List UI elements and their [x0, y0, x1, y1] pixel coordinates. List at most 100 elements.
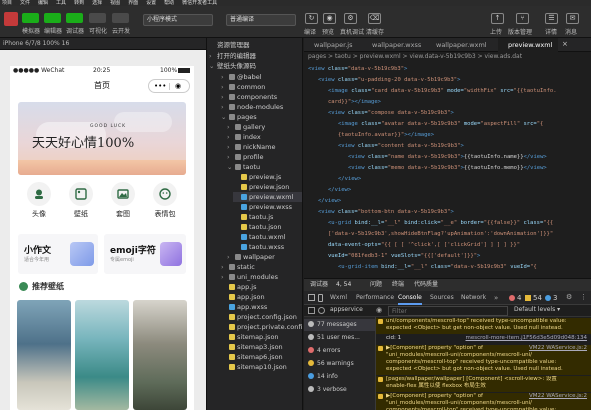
console-filter-item[interactable]: 56 warnings: [308, 358, 354, 370]
folder-item[interactable]: › components: [221, 92, 277, 102]
folder-item[interactable]: › common: [221, 82, 265, 92]
folder-item[interactable]: › node-modules: [221, 102, 283, 112]
file-item[interactable]: taotu.js: [233, 212, 273, 222]
open-editors-section[interactable]: › 打开的编辑器: [209, 51, 256, 61]
code-line[interactable]: </view>: [318, 196, 341, 206]
output-tab[interactable]: 终端: [392, 279, 404, 291]
file-item[interactable]: taotu.wxss: [233, 242, 284, 252]
category-wallpaper[interactable]: 壁纸: [63, 182, 99, 219]
code-line[interactable]: <u-grid bind:__l="__l" bind:click="__e" …: [328, 218, 553, 228]
devtools-tab-network[interactable]: Network: [461, 291, 486, 305]
code-line[interactable]: <view class="content data-v-5b19c9b3">: [338, 141, 464, 151]
folder-item[interactable]: › @babel: [221, 72, 262, 82]
console-message[interactable]: uni/components/mescroll-top" received ty…: [376, 318, 591, 334]
folder-item[interactable]: › gallery: [227, 122, 265, 132]
simulator-toggle-button[interactable]: [22, 13, 39, 23]
code-line[interactable]: <view class="data-v-5b19c9b3">: [308, 64, 407, 74]
wallpaper-thumb[interactable]: [75, 300, 129, 410]
code-line[interactable]: <image class="card data-v-5b19c9b3" mode…: [328, 86, 557, 96]
preview-icon[interactable]: ◉: [323, 13, 336, 24]
devtools-tab-sources[interactable]: Sources: [430, 291, 454, 305]
code-line[interactable]: data-event-opts="{{ [ [ '^click',[ ['cli…: [328, 240, 520, 250]
close-circle-icon[interactable]: ◉: [175, 80, 181, 92]
category-album[interactable]: 套图: [105, 182, 141, 219]
inspect-icon[interactable]: [308, 294, 315, 301]
card-emoji[interactable]: emoji字符 专属emoji: [104, 234, 186, 274]
visual-toggle-button[interactable]: [89, 13, 106, 23]
more-options-icon[interactable]: ⋮: [580, 293, 587, 301]
console-filter-item[interactable]: 14 info: [308, 371, 338, 383]
wallpaper-thumb[interactable]: [17, 300, 71, 410]
remote-debug-icon[interactable]: ⚙: [344, 13, 357, 24]
devtools-tab-console[interactable]: Console: [398, 291, 422, 305]
folder-item[interactable]: › wallpaper: [227, 252, 275, 262]
message-icon[interactable]: ✉: [566, 13, 579, 24]
banner-image[interactable]: GOOD LUCK 天天好心情100%: [18, 102, 186, 175]
folder-item[interactable]: ⌄ pages: [221, 112, 257, 122]
folder-item[interactable]: › profile: [227, 152, 264, 162]
file-item[interactable]: taotu.wxml: [233, 232, 286, 242]
tab-wallpaper-wxss[interactable]: wallpaper.wxss: [362, 38, 426, 52]
compile-icon[interactable]: ↻: [305, 13, 318, 24]
devtools-tab-performance[interactable]: Performance: [356, 291, 394, 305]
code-line[interactable]: card}}"></image>: [328, 97, 381, 107]
category-avatar[interactable]: 头像: [21, 182, 57, 219]
source-link[interactable]: VM22 WAService.js:2: [529, 345, 587, 352]
warning-count[interactable]: 54: [533, 294, 542, 302]
folder-item[interactable]: › uni_modules: [221, 272, 278, 282]
folder-item[interactable]: ⌄ taotu: [227, 162, 260, 172]
file-item[interactable]: sitemap.json: [221, 332, 279, 342]
wallpaper-thumb[interactable]: [133, 300, 187, 410]
console-message[interactable]: ▶[Component] property "option" of "uni_mo…: [376, 345, 591, 375]
log-levels-select[interactable]: Default levels ▾: [514, 306, 560, 313]
file-item[interactable]: sitemap6.json: [221, 352, 283, 362]
code-line[interactable]: </view>: [338, 174, 361, 184]
info-count[interactable]: 3: [553, 294, 557, 302]
folder-item[interactable]: › nickName: [227, 142, 275, 152]
capsule-button[interactable]: ••• ◉: [148, 79, 190, 93]
file-item[interactable]: project.config.json: [221, 312, 297, 322]
project-root[interactable]: ⌄ 壁纸头像源码: [209, 61, 256, 71]
cloud-dev-button[interactable]: [112, 13, 129, 23]
gear-icon[interactable]: ⚙: [566, 293, 572, 301]
tab-wallpaper-js[interactable]: wallpaper.js: [304, 38, 362, 52]
console-filter-item[interactable]: 4 errors: [308, 345, 340, 357]
more-tabs-icon[interactable]: »: [494, 294, 498, 302]
tab-preview-wxml[interactable]: preview.wxml: [498, 38, 558, 52]
device-select[interactable]: iPhone 6/7/8 100% 16: [0, 38, 206, 50]
clear-console-icon[interactable]: [318, 307, 325, 314]
console-message[interactable]: cid: 1 mescroll-more-item.j1F56d3e5d09d04…: [376, 335, 591, 344]
file-item[interactable]: project.private.config.js...: [221, 322, 302, 332]
close-icon[interactable]: ×: [562, 40, 568, 48]
file-item[interactable]: taotu.json: [233, 222, 282, 232]
file-item[interactable]: sitemap3.json: [221, 342, 283, 352]
code-line[interactable]: <view class="memo data-v-5b19c9b3">{{tao…: [348, 163, 547, 173]
mode-select[interactable]: 小程序模式: [143, 14, 213, 26]
code-line[interactable]: {taotuInfo.avatar}}"></image>: [338, 130, 434, 140]
file-item[interactable]: preview.json: [233, 182, 289, 192]
console-message[interactable]: ▶[Component] property "option" of "uni_mo…: [376, 393, 591, 410]
category-emoji[interactable]: 表情包: [147, 182, 183, 219]
device-toggle-icon[interactable]: [318, 294, 323, 302]
version-icon[interactable]: ⑂: [516, 13, 529, 24]
file-item[interactable]: preview.js: [233, 172, 281, 182]
code-line[interactable]: <view class="u-padding-20 data-v-5b19c9b…: [318, 75, 460, 85]
error-count[interactable]: 4: [517, 294, 521, 302]
avatar[interactable]: [4, 12, 18, 26]
context-select[interactable]: appservice: [330, 306, 363, 313]
debugger-toggle-button[interactable]: [66, 13, 83, 23]
code-line[interactable]: <u-grid-item bind:__l="__l" class="data-…: [338, 262, 537, 272]
more-dots-icon[interactable]: •••: [154, 80, 166, 92]
console-filter-item[interactable]: 51 user mes...: [308, 332, 360, 344]
console-filter-item[interactable]: 77 messages: [304, 319, 375, 331]
source-link[interactable]: VM22 WAService.js:2: [529, 393, 587, 400]
upload-icon[interactable]: ↑: [491, 13, 504, 24]
filter-input[interactable]: [388, 306, 508, 316]
code-line[interactable]: <view class="name data-v-5b19c9b3">{{tao…: [348, 152, 547, 162]
clear-cache-icon[interactable]: ⌫: [368, 13, 381, 24]
file-item[interactable]: preview.wxml: [233, 192, 302, 202]
code-line[interactable]: <view class="compose data-v-5b19c9b3">: [328, 108, 454, 118]
devtools-tab-wxml[interactable]: Wxml: [330, 291, 347, 305]
file-item[interactable]: app.wxss: [221, 302, 267, 312]
console-filter-item[interactable]: 3 verbose: [308, 384, 347, 396]
